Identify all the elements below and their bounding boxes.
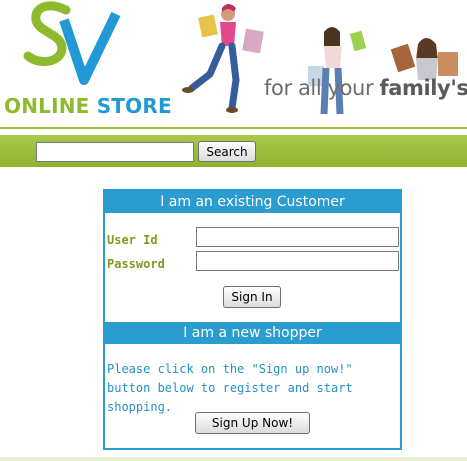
shopper-figure-bags [390,38,458,80]
shopper-figure-jumping [182,4,264,113]
header-divider [0,127,467,129]
signup-instructions: Please click on the "Sign up now!" butto… [107,362,353,414]
password-field[interactable] [196,251,399,271]
existing-customer-heading: I am an existing Customer [105,191,400,213]
search-button[interactable]: Search [198,141,256,162]
logo-word-online: ONLINE [4,94,90,118]
banner-tagline: for all your family's [264,76,467,100]
sv-logo-icon[interactable] [0,0,130,95]
new-shopper-heading: I am a new shopper [105,322,400,344]
logo-word-store: STORE [96,94,172,118]
search-bar: Search [0,135,467,167]
signup-button[interactable]: Sign Up Now! [195,412,310,434]
signin-button[interactable]: Sign In [223,286,281,308]
tagline-bold-text: family's [379,76,467,100]
userid-field[interactable] [196,227,399,247]
password-label: Password [107,257,165,271]
tagline-text: for all your [264,76,380,100]
site-header: ONLINE STORE for all your family's [0,0,467,126]
shopper-figure-standing [308,27,367,115]
logo-wordmark: ONLINE STORE [4,94,172,118]
footer-divider [0,457,467,461]
search-input[interactable] [36,142,194,162]
login-panel: I am an existing Customer User Id Passwo… [103,189,402,450]
shoppers-banner-image [182,4,458,115]
userid-label: User Id [107,233,158,247]
